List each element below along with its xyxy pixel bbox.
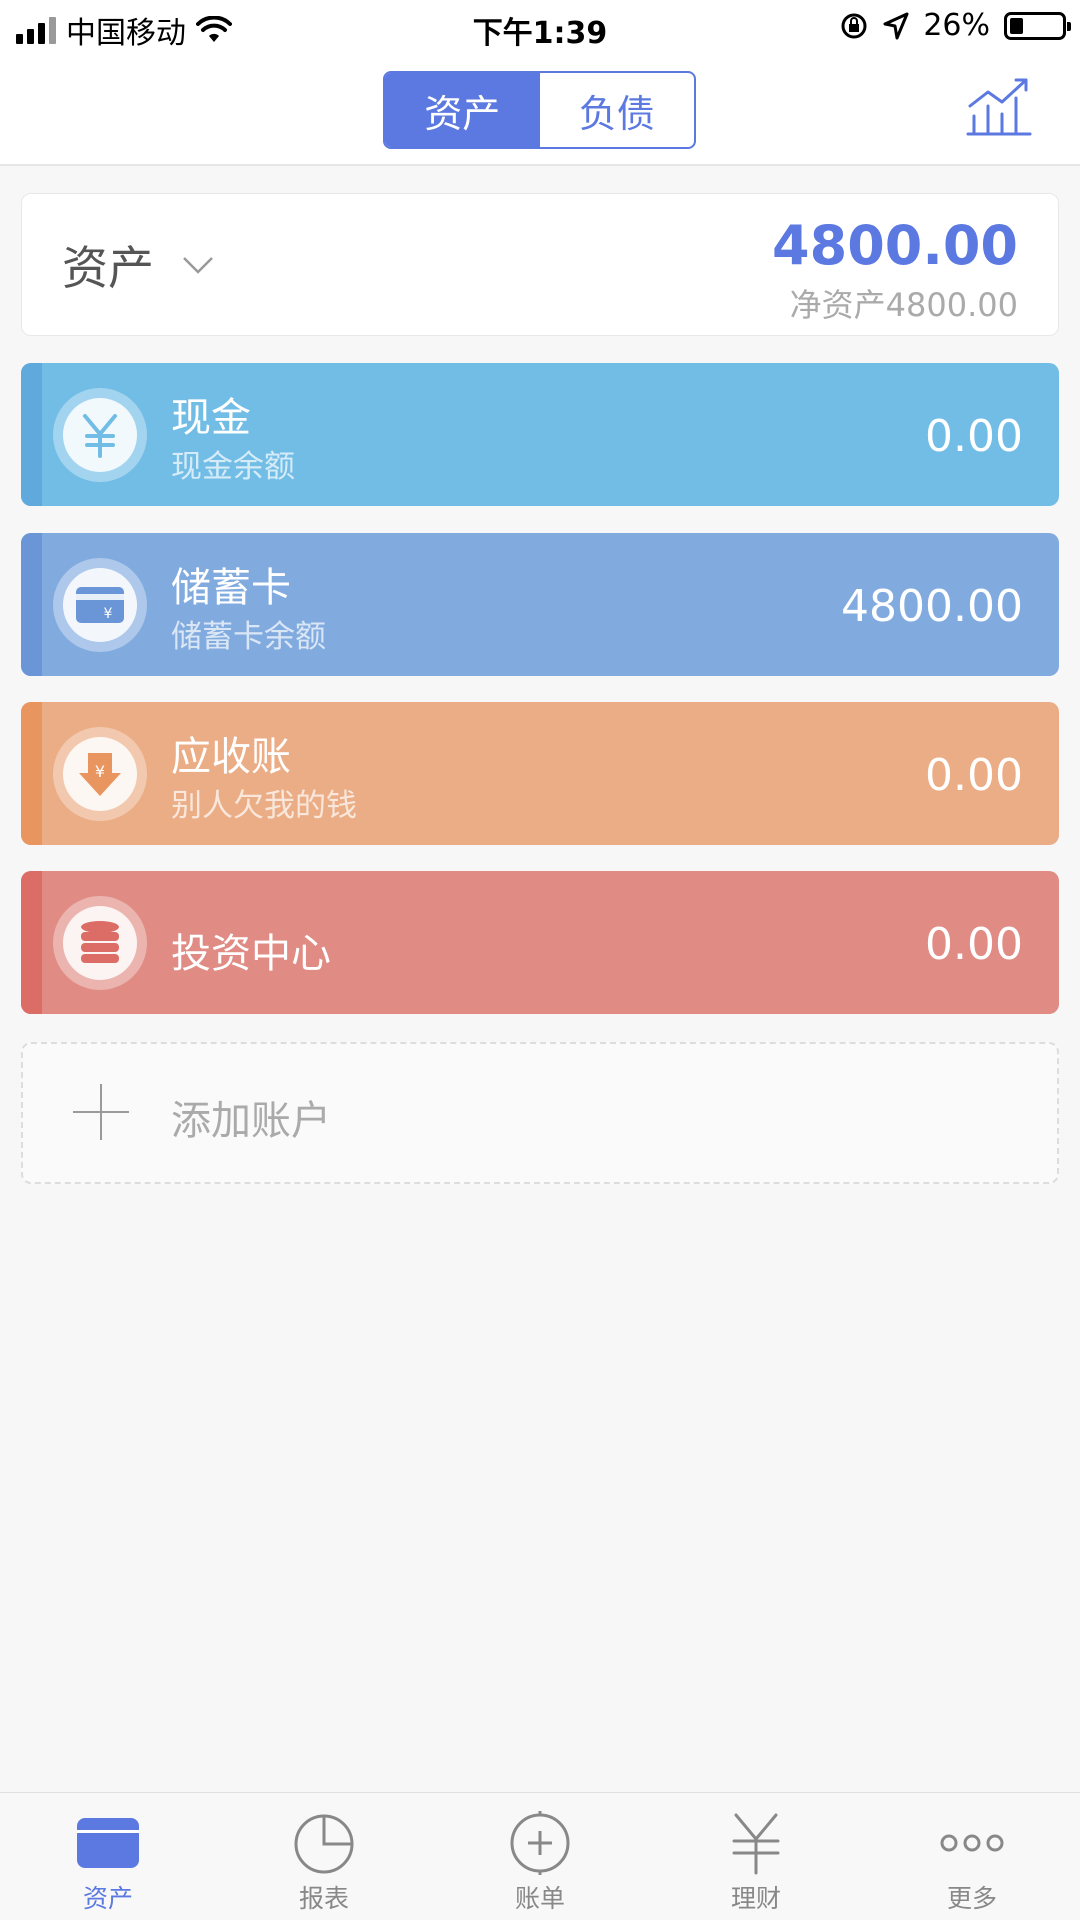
account-card-cash[interactable]: 现金 现金余额 0.00 [21,363,1059,506]
yuan-icon [63,398,137,472]
tab-reports-nav[interactable]: 报表 [216,1793,432,1920]
header: 资产 负债 [0,54,1080,166]
account-strip [21,363,42,506]
battery-icon [1004,11,1071,40]
tab-label: 资产 [82,1884,133,1913]
tab-liabilities[interactable]: 负债 [540,73,695,147]
account-name: 现金 [171,395,251,441]
tab-finance-nav[interactable]: 理财 [648,1793,864,1920]
account-icon-ring: ¥ [53,558,147,652]
account-amount: 0.00 [925,919,1023,970]
trend-chart-icon[interactable] [966,76,1032,138]
account-icon-ring: ¥ [53,727,147,821]
bank-card-icon: ¥ [63,568,137,642]
summary-label: 资产 [62,241,154,295]
asset-summary-card[interactable]: 资产 4800.00 净资产4800.00 [21,193,1059,336]
account-subtitle: 别人欠我的钱 [171,788,357,824]
tab-assets-nav[interactable]: 资产 [0,1793,216,1920]
chevron-down-icon [183,257,213,274]
location-icon [883,12,909,39]
rotation-lock-icon [841,13,867,38]
account-icon-ring [53,388,147,482]
status-right: 26% [839,8,1071,43]
account-card-debit[interactable]: ¥ 储蓄卡 储蓄卡余额 4800.00 [21,533,1059,676]
receivable-icon: ¥ [63,737,137,811]
total-assets-amount: 4800.00 [772,214,1018,277]
tab-assets[interactable]: 资产 [385,73,540,147]
svg-text:¥: ¥ [104,606,113,622]
account-card-receivable[interactable]: ¥ 应收账 别人欠我的钱 0.00 [21,702,1059,845]
summary-selector[interactable]: 资产 [62,232,214,298]
tab-label: 账单 [514,1884,565,1913]
add-account-button[interactable]: 添加账户 [21,1042,1059,1184]
add-circle-icon [508,1811,572,1875]
account-icon-ring [53,896,147,990]
card-icon [76,1811,140,1875]
account-subtitle: 现金余额 [171,449,295,485]
status-bar: 中国移动 下午1:39 26% [0,0,1080,54]
pie-chart-icon [292,1811,356,1875]
net-assets-text: 净资产4800.00 [789,286,1018,324]
add-account-label: 添加账户 [171,1098,331,1144]
more-icon [940,1811,1004,1875]
svg-text:¥: ¥ [95,762,105,781]
account-subtitle: 储蓄卡余额 [171,619,326,655]
tab-label: 理财 [730,1884,781,1913]
battery-level [1010,17,1023,34]
tab-label: 报表 [298,1884,349,1913]
account-card-investment[interactable]: 投资中心 0.00 [21,871,1059,1014]
battery-percent: 26% [923,8,990,43]
account-amount: 4800.00 [841,581,1023,632]
plus-icon [73,1084,129,1140]
account-name: 应收账 [171,734,291,780]
segmented-control: 资产 负债 [383,71,696,149]
tab-bills-nav[interactable]: 账单 [432,1793,648,1920]
account-amount: 0.00 [925,750,1023,801]
bottom-tab-bar: 资产 报表 账单 理财 更多 [0,1792,1080,1920]
tab-more-nav[interactable]: 更多 [864,1793,1080,1920]
yuan-icon [724,1811,788,1875]
account-strip [21,533,42,676]
coin-stack-icon [63,906,137,980]
account-strip [21,702,42,845]
account-name: 储蓄卡 [171,565,291,611]
account-name: 投资中心 [171,931,331,977]
account-strip [21,871,42,1014]
tab-label: 更多 [946,1884,997,1913]
account-amount: 0.00 [925,411,1023,462]
